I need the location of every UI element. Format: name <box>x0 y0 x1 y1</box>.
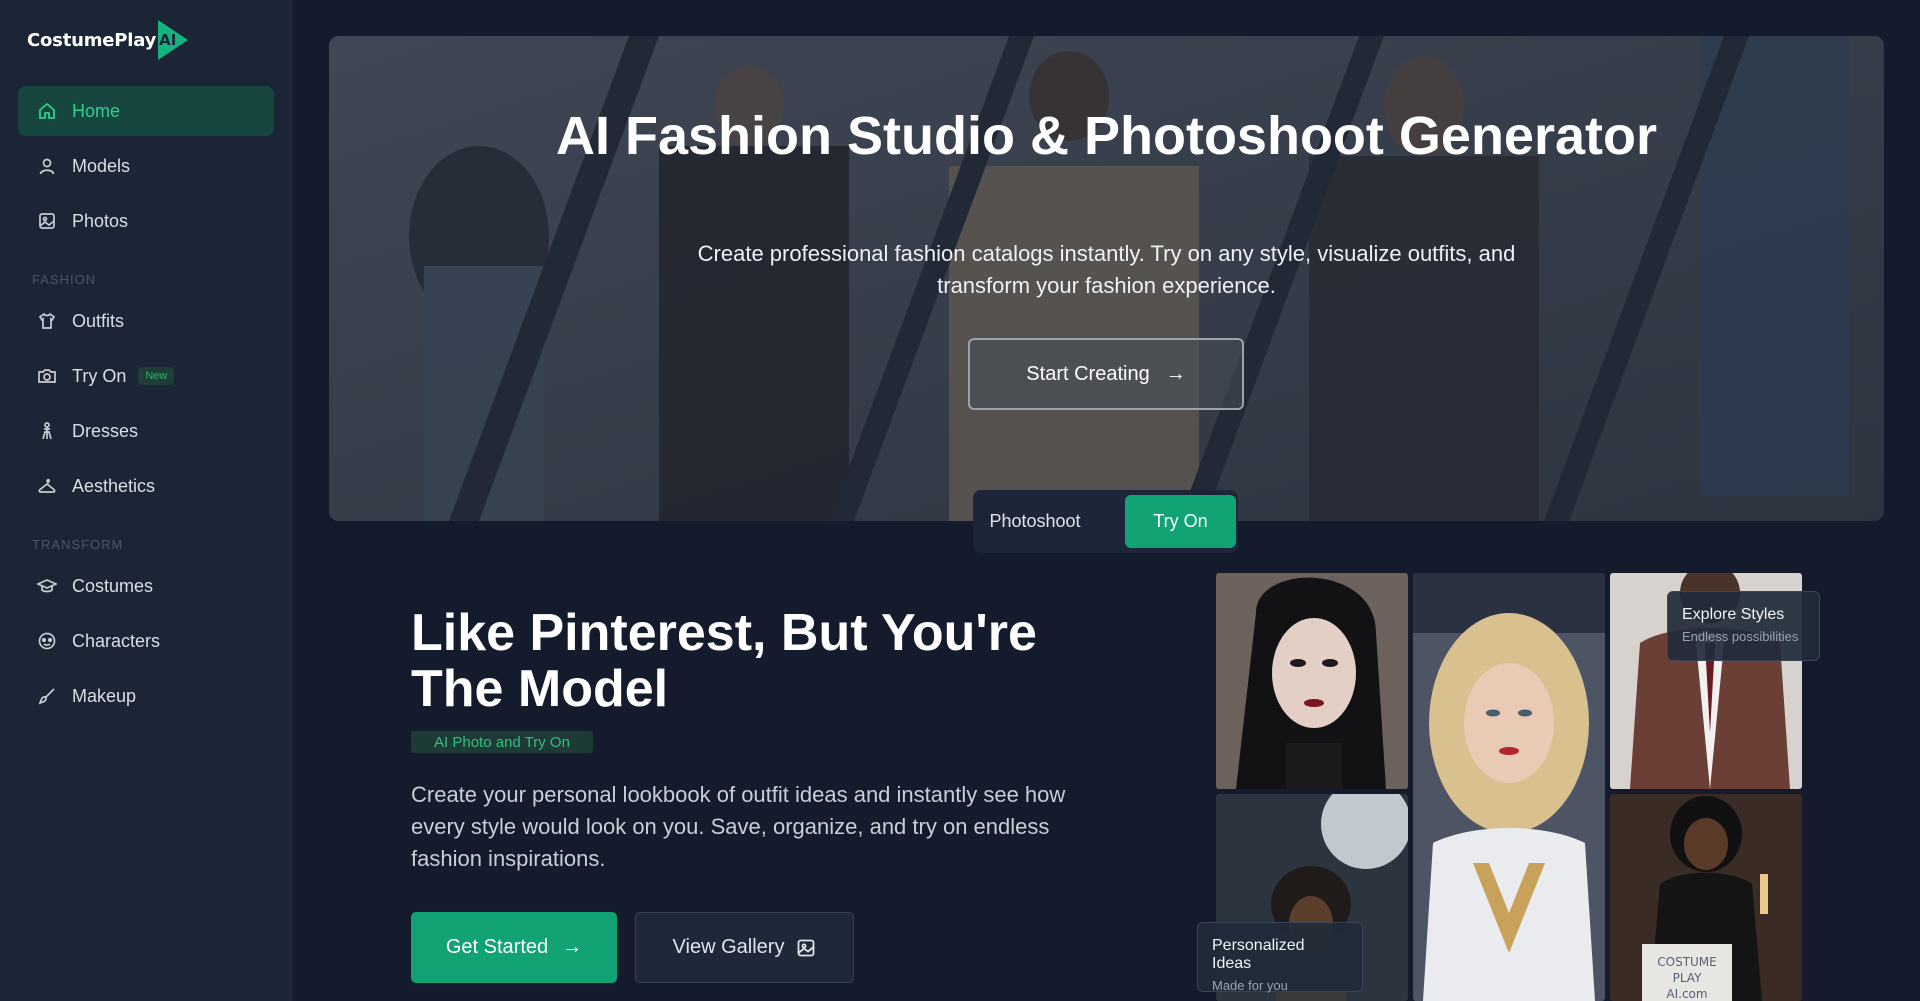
personalized-ideas-subtitle: Made for you <box>1212 978 1288 993</box>
gallery-image-blonde[interactable] <box>1413 573 1605 1001</box>
feature-description: Create your personal lookbook of outfit … <box>411 782 1066 871</box>
sidebar: CostumePlay AI Home Models Photos FASHIO… <box>0 0 293 1001</box>
section-title-transform: TRANSFORM <box>32 537 124 552</box>
explore-styles-subtitle: Endless possibilities <box>1682 629 1799 644</box>
feature-title: Like Pinterest, But You're The Model <box>411 604 1037 718</box>
sidebar-item-label: Costumes <box>72 575 154 596</box>
image-icon <box>796 938 816 958</box>
get-started-label: Get Started <box>445 936 549 958</box>
sidebar-item-label: Characters <box>72 630 161 651</box>
sidebar-item-label: Home <box>72 100 121 121</box>
graduation-cap-icon <box>36 575 58 597</box>
sidebar-item-label: Dresses <box>72 420 139 441</box>
svg-text:PLAY: PLAY <box>1673 971 1702 985</box>
section-title-fashion: FASHION <box>32 272 97 287</box>
personalized-ideas-card[interactable]: Personalized Ideas Made for you <box>1197 922 1363 993</box>
personalized-ideas-title: Personalized Ideas <box>1212 937 1305 972</box>
view-gallery-label: View Gallery <box>672 936 785 958</box>
dress-icon <box>36 420 58 442</box>
feature-tag: AI Photo and Try On <box>411 731 593 753</box>
start-creating-button[interactable]: Start Creating → <box>968 338 1244 410</box>
svg-text:AI.com: AI.com <box>1666 987 1707 1001</box>
arrow-right-icon: → <box>1165 362 1186 385</box>
logo-text: CostumePlay <box>27 29 157 51</box>
sidebar-item-models[interactable]: Models <box>18 141 274 191</box>
explore-styles-title: Explore Styles <box>1682 606 1785 623</box>
sidebar-item-try-on[interactable]: Try On New <box>18 351 274 401</box>
get-started-button[interactable]: Get Started → <box>411 912 617 983</box>
logo-ai-text: AI <box>159 31 177 49</box>
home-icon <box>36 100 58 122</box>
sidebar-item-label: Models <box>72 155 131 176</box>
svg-text:COSTUME: COSTUME <box>1657 955 1717 969</box>
explore-styles-card[interactable]: Explore Styles Endless possibilities <box>1667 591 1820 661</box>
camera-icon <box>36 365 58 387</box>
logo[interactable]: CostumePlay AI <box>27 18 190 62</box>
shirt-icon <box>36 310 58 332</box>
sidebar-item-outfits[interactable]: Outfits <box>18 296 274 346</box>
sidebar-item-home[interactable]: Home <box>18 86 274 136</box>
sidebar-item-label: Photos <box>72 210 129 231</box>
sidebar-item-label: Outfits <box>72 310 125 331</box>
arrow-right-icon: → <box>562 936 583 958</box>
mode-toggle: Photoshoot Try On <box>973 490 1238 553</box>
toggle-try-on[interactable]: Try On <box>1125 495 1236 548</box>
brush-icon <box>36 685 58 707</box>
hero-banner: AI Fashion Studio & Photoshoot Generator… <box>329 36 1884 521</box>
start-creating-label: Start Creating <box>1026 362 1150 385</box>
new-badge: New <box>138 367 175 385</box>
gallery-image-goth[interactable] <box>1216 573 1408 789</box>
sidebar-item-aesthetics[interactable]: Aesthetics <box>18 461 274 511</box>
sidebar-item-label: Try On <box>72 365 127 386</box>
sidebar-item-label: Aesthetics <box>72 475 156 496</box>
mask-icon <box>36 630 58 652</box>
hero-title: AI Fashion Studio & Photoshoot Generator <box>556 106 1657 166</box>
sidebar-item-characters[interactable]: Characters <box>18 616 274 666</box>
hanger-icon <box>36 475 58 497</box>
sidebar-item-makeup[interactable]: Makeup <box>18 671 274 721</box>
gallery-image-catwoman[interactable]: COSTUME PLAY AI.com <box>1610 794 1802 1001</box>
image-icon <box>36 210 58 232</box>
view-gallery-button[interactable]: View Gallery <box>635 912 854 983</box>
sidebar-item-label: Makeup <box>72 685 137 706</box>
user-icon <box>36 155 58 177</box>
toggle-photoshoot[interactable]: Photoshoot <box>979 495 1091 548</box>
hero-subtitle: Create professional fashion catalogs ins… <box>697 241 1516 298</box>
sidebar-item-costumes[interactable]: Costumes <box>18 561 274 611</box>
sidebar-item-dresses[interactable]: Dresses <box>18 406 274 456</box>
logo-play-icon: AI <box>156 18 190 62</box>
sidebar-item-photos[interactable]: Photos <box>18 196 274 246</box>
